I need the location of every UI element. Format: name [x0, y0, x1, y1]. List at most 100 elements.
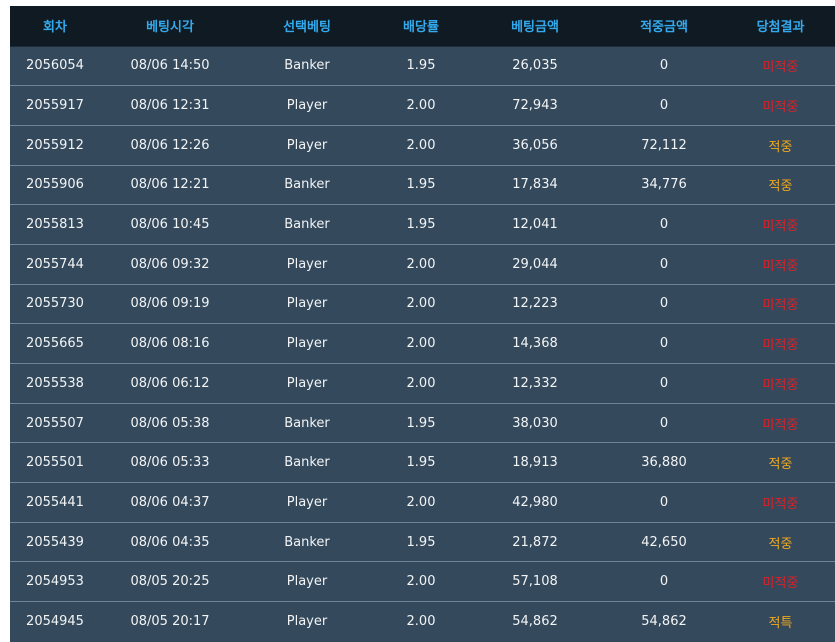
cell-win-amount: 72,112 [641, 137, 687, 153]
table-row: 2055501 08/06 05:33 Banker 1.95 18,913 36,880… [10, 442, 835, 483]
cell-win-amount: 0 [659, 336, 669, 352]
cell-win-amount: 0 [659, 256, 669, 272]
table-row: 2055730 08/06 09:19 Player 2.00 12,223 0 미적중 [10, 284, 835, 324]
cell-pick: Player [286, 375, 328, 391]
cell-pick: Player [286, 494, 328, 510]
cell-bet-time: 08/06 12:31 [130, 98, 210, 114]
cell-pick: Player [286, 98, 328, 114]
cell-round: 2055813 [26, 217, 84, 233]
header-bet-time: 베팅시각 [146, 20, 194, 36]
cell-bet-amount: 17,834 [512, 177, 558, 193]
table-row: 2055906 08/06 12:21 Banker 1.95 17,834 34,776… [10, 165, 835, 205]
cell-win-amount: 42,650 [641, 534, 687, 550]
cell-result: 적중 [768, 179, 793, 195]
cell-bet-time: 08/06 09:19 [130, 296, 210, 312]
cell-win-amount: 0 [659, 296, 669, 312]
table-row: 2055507 08/06 05:38 Banker 1.95 38,030 0 미적중 [10, 403, 835, 443]
table-row: 2055744 08/06 09:32 Player 2.00 29,044 0 미적중 [10, 244, 835, 285]
cell-odds: 1.95 [406, 455, 436, 471]
cell-odds: 1.95 [406, 217, 436, 233]
cell-bet-time: 08/06 05:33 [130, 455, 210, 471]
header-round: 회차 [43, 20, 67, 36]
cell-round: 2055912 [26, 137, 84, 153]
cell-odds: 2.00 [406, 375, 436, 391]
cell-pick: Player [286, 614, 328, 630]
cell-bet-amount: 21,872 [512, 534, 558, 550]
cell-win-amount: 0 [659, 58, 669, 74]
table-row: 2055917 08/06 12:31 Player 2.00 72,943 0 미적중 [10, 85, 835, 126]
cell-result: 적중 [768, 457, 793, 473]
table-row: 2054953 08/05 20:25 Player 2.00 57,108 0 미적중 [10, 561, 835, 602]
cell-pick: Banker [284, 415, 330, 431]
table-row: 2055538 08/06 06:12 Player 2.00 12,332 0 미적중 [10, 363, 835, 404]
cell-bet-amount: 26,035 [512, 58, 558, 74]
cell-round: 2055507 [26, 415, 84, 431]
cell-bet-amount: 18,913 [512, 455, 558, 471]
cell-pick: Player [286, 256, 328, 272]
header-pick: 선택베팅 [283, 20, 331, 36]
cell-odds: 2.00 [406, 574, 436, 590]
cell-result: 미적중 [762, 338, 799, 354]
cell-bet-time: 08/06 04:37 [130, 494, 210, 510]
cell-round: 2054945 [26, 614, 84, 630]
cell-win-amount: 0 [659, 375, 669, 391]
cell-bet-amount: 12,332 [512, 375, 558, 391]
cell-bet-amount: 72,943 [512, 98, 558, 114]
header-row: 회차 베팅시각 선택베팅 배당률 베팅금액 적중금액 당첨결과 [10, 6, 835, 46]
bet-history-panel: 회차 베팅시각 선택베팅 배당률 베팅금액 적중금액 당첨결과 2056054 0… [10, 6, 835, 642]
bet-history-table: 회차 베팅시각 선택베팅 배당률 베팅금액 적중금액 당첨결과 2056054 0… [10, 6, 835, 642]
header-odds: 배당률 [403, 20, 439, 36]
header-bet-amount: 베팅금액 [511, 20, 559, 36]
cell-result: 적중 [768, 536, 793, 552]
cell-bet-time: 08/06 05:38 [130, 415, 210, 431]
cell-bet-time: 08/06 08:16 [130, 336, 210, 352]
cell-win-amount: 0 [659, 574, 669, 590]
cell-pick: Banker [284, 177, 330, 193]
cell-result: 미적중 [762, 377, 799, 393]
cell-odds: 2.00 [406, 614, 436, 630]
header-win-amount: 적중금액 [640, 20, 688, 36]
cell-odds: 2.00 [406, 494, 436, 510]
table-header: 회차 베팅시각 선택베팅 배당률 베팅금액 적중금액 당첨결과 [10, 6, 835, 46]
cell-win-amount: 34,776 [641, 177, 687, 193]
cell-round: 2055917 [26, 98, 84, 114]
cell-round: 2055441 [26, 494, 84, 510]
cell-bet-time: 08/06 09:32 [130, 256, 210, 272]
table-row: 2055912 08/06 12:26 Player 2.00 36,056 72,112… [10, 125, 835, 166]
cell-pick: Player [286, 296, 328, 312]
cell-bet-amount: 12,041 [512, 217, 558, 233]
cell-round: 2054953 [26, 574, 84, 590]
cell-round: 2055730 [26, 296, 84, 312]
cell-bet-time: 08/05 20:25 [130, 574, 210, 590]
cell-bet-time: 08/06 06:12 [130, 375, 210, 391]
cell-odds: 1.95 [406, 177, 436, 193]
cell-pick: Banker [284, 217, 330, 233]
header-result: 당첨결과 [756, 20, 805, 36]
cell-pick: Player [286, 137, 328, 153]
cell-bet-time: 08/06 12:21 [130, 177, 210, 193]
cell-round: 2055906 [26, 177, 84, 193]
cell-win-amount: 0 [659, 98, 669, 114]
cell-result: 미적중 [762, 298, 799, 314]
cell-result: 미적중 [762, 258, 799, 274]
cell-bet-time: 08/06 04:35 [130, 534, 210, 550]
cell-bet-amount: 12,223 [512, 296, 558, 312]
table-row: 2054945 08/05 20:17 Player 2.00 54,862 54,862… [10, 601, 835, 642]
cell-pick: Banker [284, 455, 330, 471]
cell-odds: 2.00 [406, 336, 436, 352]
cell-pick: Banker [284, 58, 330, 74]
cell-win-amount: 0 [659, 415, 669, 431]
cell-round: 2055665 [26, 336, 84, 352]
cell-odds: 1.95 [406, 58, 436, 74]
cell-odds: 2.00 [406, 137, 436, 153]
cell-pick: Player [286, 574, 328, 590]
cell-result: 미적중 [762, 100, 799, 116]
cell-result: 적특 [768, 616, 793, 632]
cell-bet-amount: 54,862 [512, 614, 558, 630]
cell-bet-amount: 42,980 [512, 494, 558, 510]
table-row: 2055665 08/06 08:16 Player 2.00 14,368 0 미적중 [10, 323, 835, 364]
cell-win-amount: 0 [659, 494, 669, 510]
cell-result: 미적중 [762, 219, 799, 235]
cell-pick: Player [286, 336, 328, 352]
cell-round: 2055501 [26, 455, 84, 471]
